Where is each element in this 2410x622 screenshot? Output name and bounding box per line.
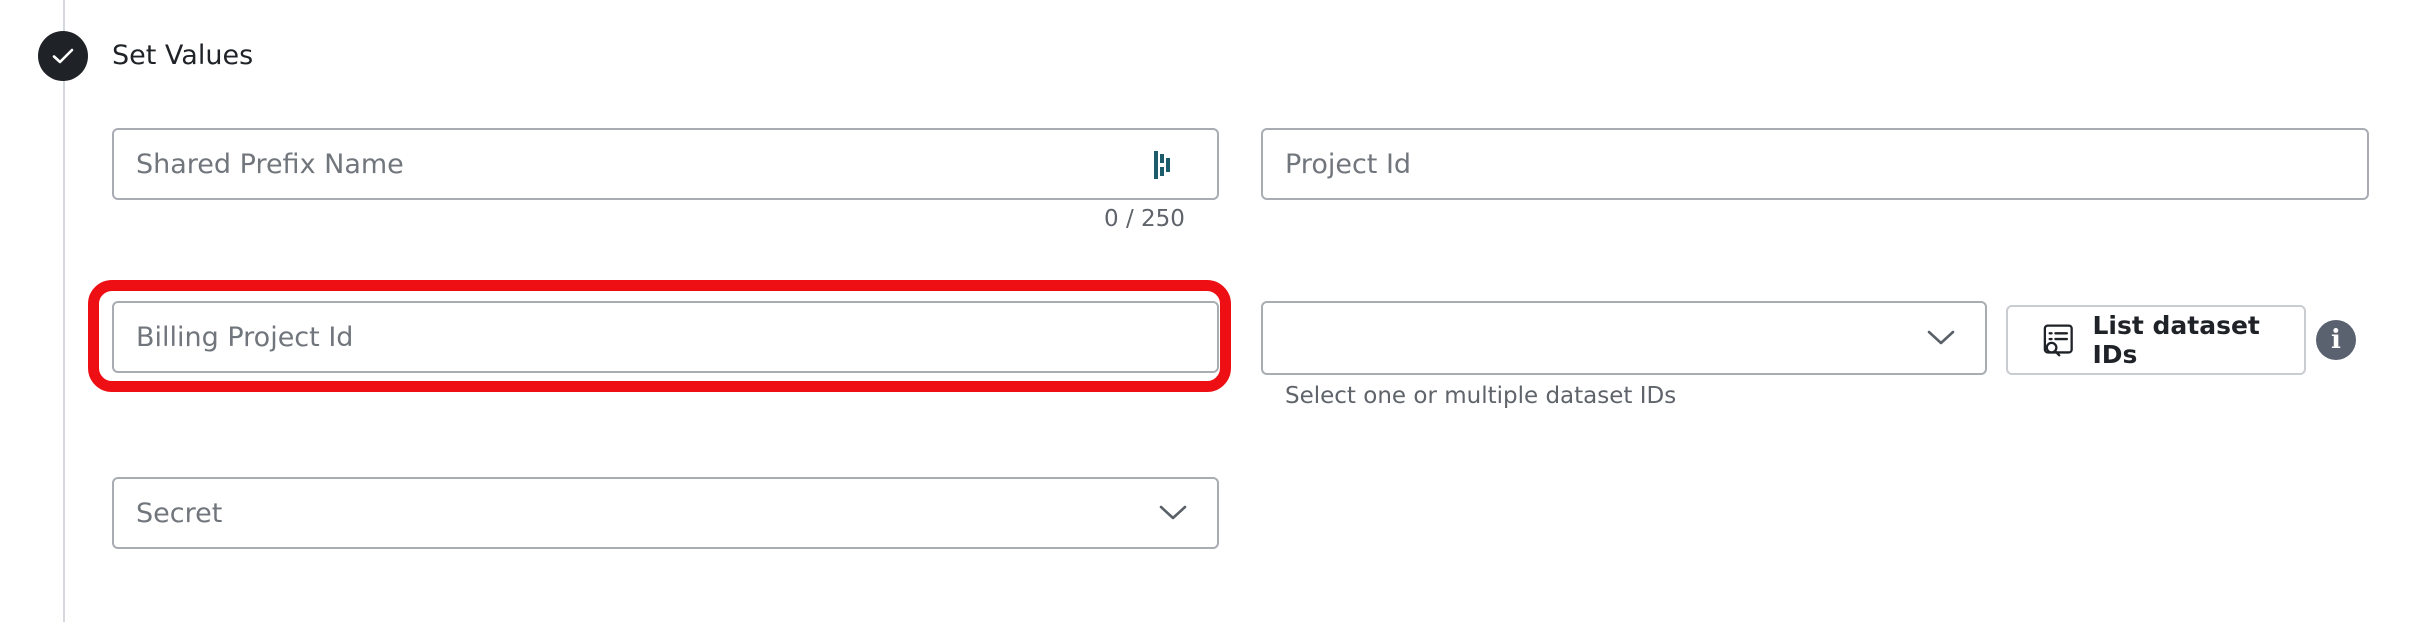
step-timeline-line (63, 0, 65, 622)
project-id-input[interactable] (1263, 130, 2367, 198)
character-counter: 0 / 250 (1104, 206, 1185, 232)
list-dataset-ids-label: List dataset IDs (2092, 311, 2260, 369)
list-search-icon (2043, 324, 2073, 357)
secret-placeholder: Secret (136, 497, 223, 529)
chevron-down-icon[interactable] (1159, 505, 1187, 521)
secret-select[interactable]: Secret (112, 477, 1219, 549)
dbt-logo-icon (1154, 151, 1170, 179)
set-values-step: Set Values 0 / 250 Select one or multipl… (0, 0, 2410, 622)
dataset-ids-select[interactable] (1261, 301, 1987, 375)
step-complete-indicator (38, 31, 88, 81)
list-dataset-ids-button[interactable]: List dataset IDs (2006, 305, 2306, 375)
project-id-field[interactable] (1261, 128, 2369, 200)
shared-prefix-field[interactable] (112, 128, 1219, 200)
dataset-ids-helper: Select one or multiple dataset IDs (1285, 383, 1677, 409)
step-title: Set Values (112, 40, 254, 71)
highlight-annotation (88, 280, 1231, 392)
chevron-down-icon[interactable] (1927, 330, 1955, 346)
check-icon (52, 48, 74, 64)
info-icon[interactable]: i (2316, 320, 2356, 360)
shared-prefix-input[interactable] (114, 130, 1217, 198)
